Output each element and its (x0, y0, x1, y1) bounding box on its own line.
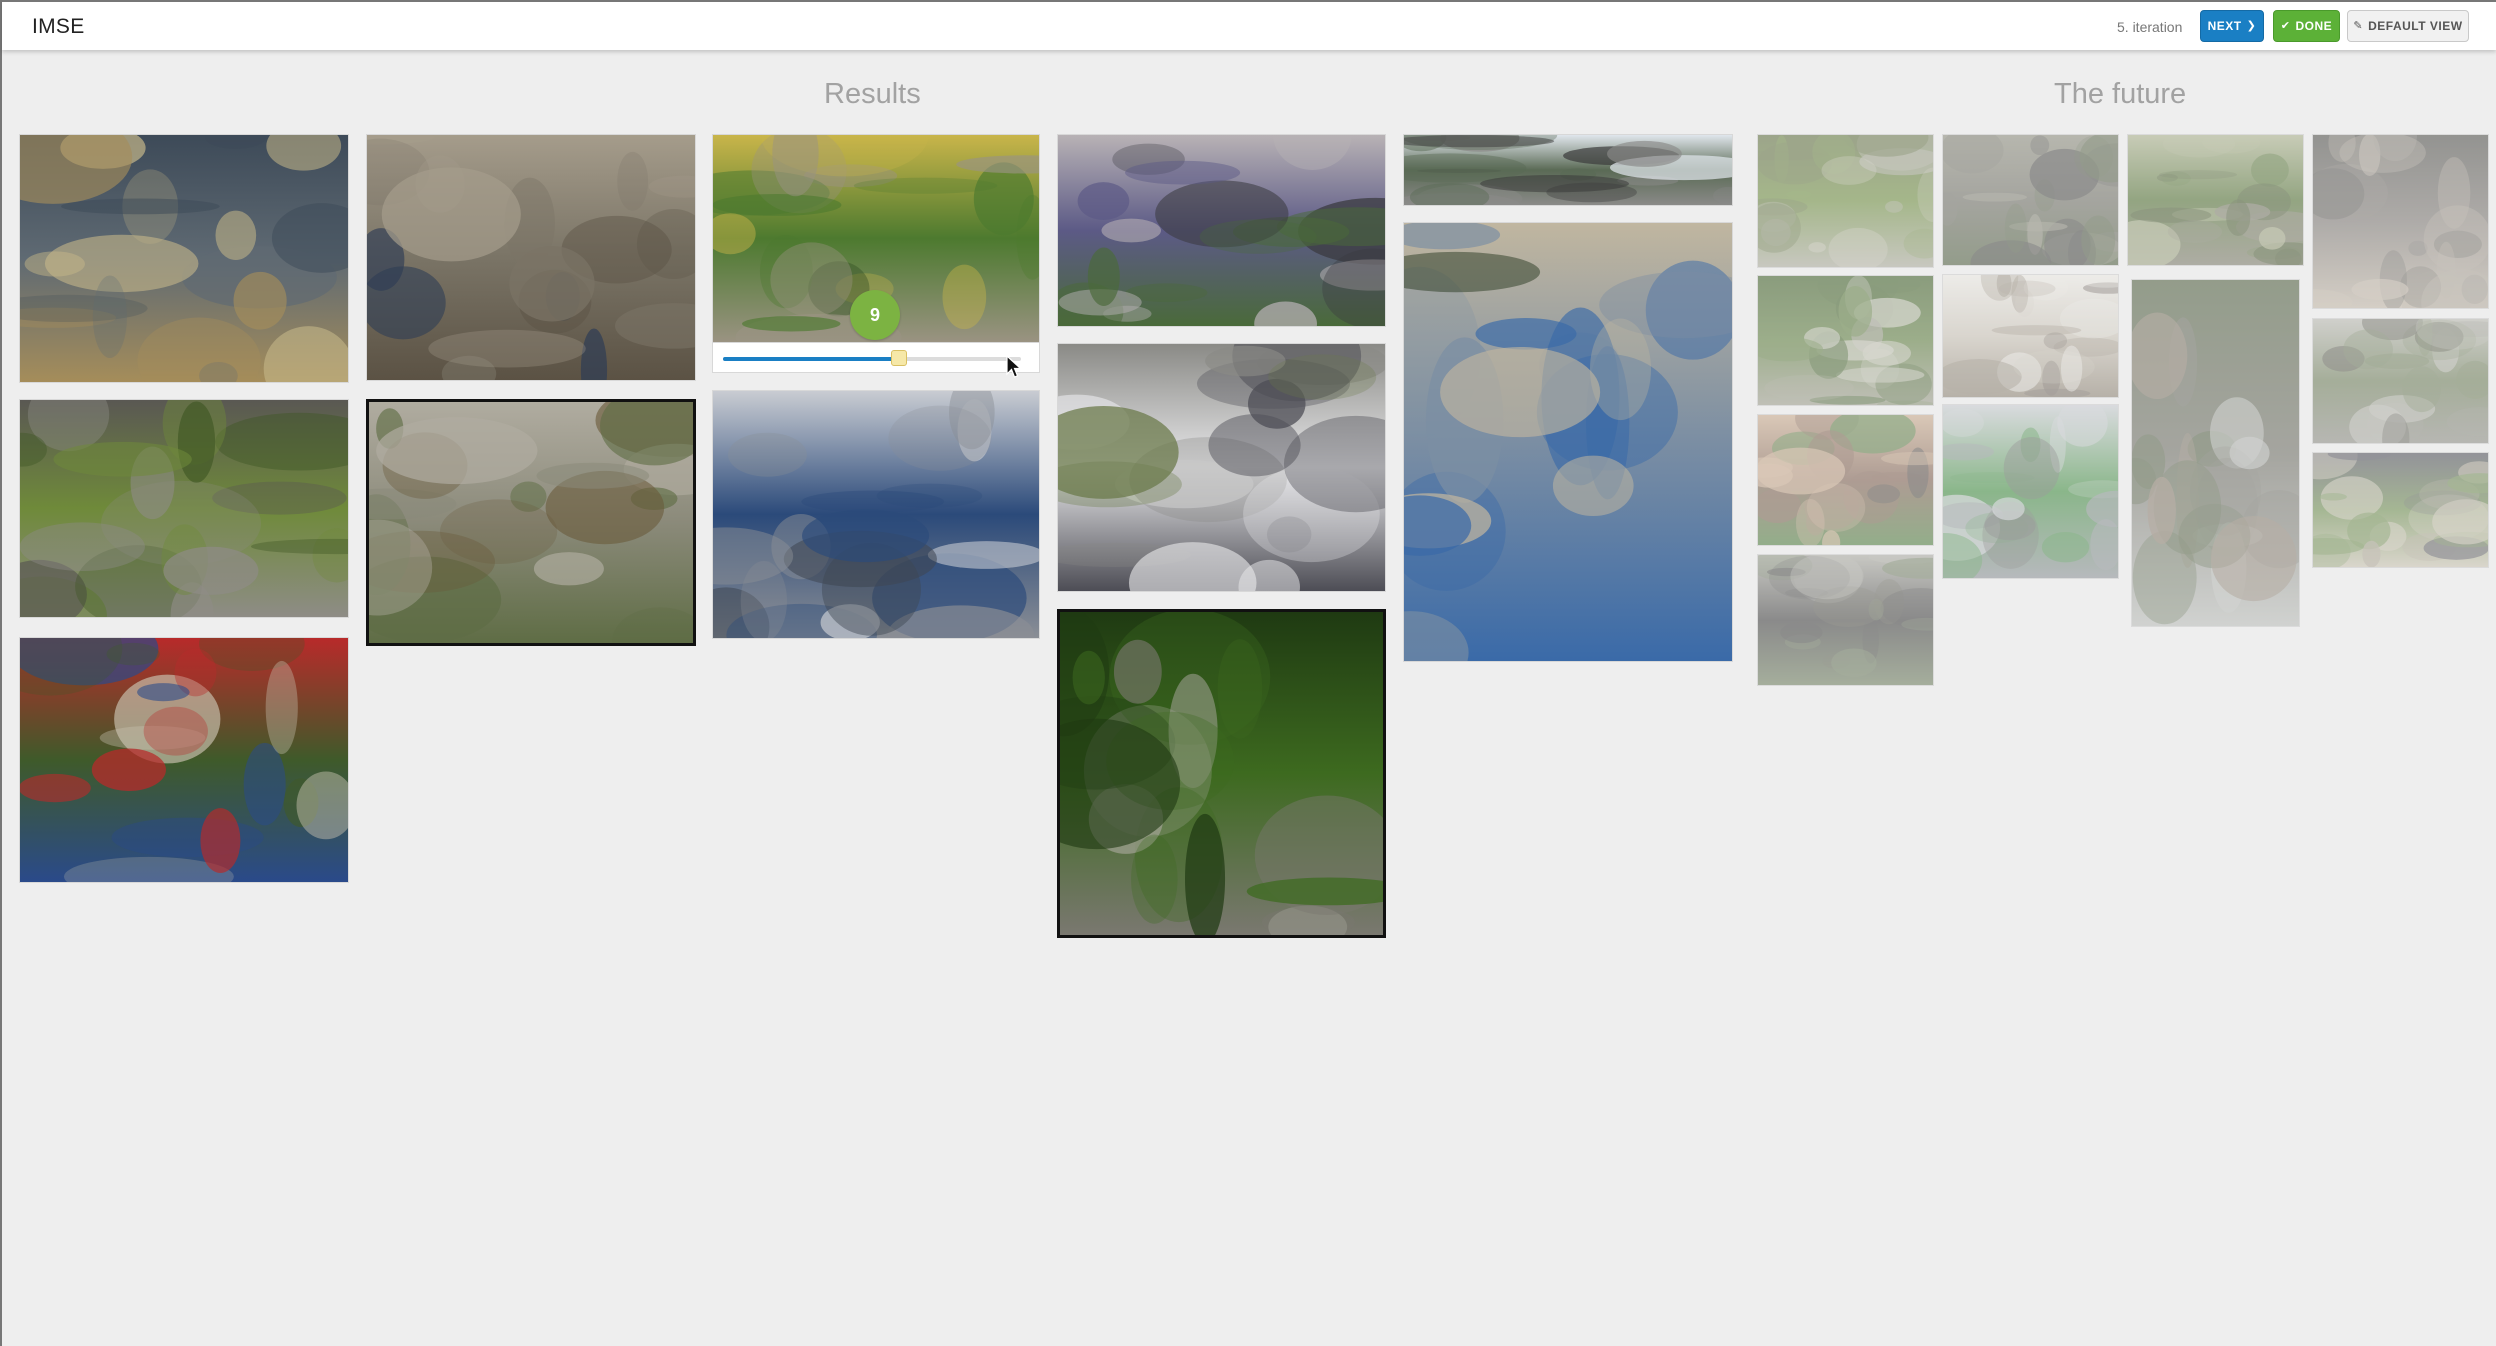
future-image-group-photo[interactable] (2312, 452, 2489, 568)
app-title: IMSE (32, 15, 85, 38)
rank-slider-track[interactable] (723, 350, 1021, 366)
result-image-bird-nest[interactable] (1403, 222, 1733, 662)
top-bar: IMSE 5. iteration NEXT ❯ ✔ DONE ✎ DEFAUL… (2, 0, 2496, 50)
future-image-hotel-room[interactable] (1942, 274, 2119, 398)
result-image-no-entry-sign[interactable] (19, 637, 349, 883)
future-image-waterfall[interactable] (2131, 279, 2300, 627)
result-image-dew-leaf[interactable] (366, 399, 696, 646)
future-image-people-gate[interactable] (1757, 414, 1934, 546)
pencil-icon: ✎ (2353, 19, 2364, 32)
mouse-cursor-icon (1006, 355, 1023, 378)
future-image-forest-trees[interactable] (1757, 275, 1934, 406)
future-image-old-building[interactable] (1942, 134, 2119, 266)
future-image-big-tree[interactable] (2127, 134, 2304, 266)
check-icon: ✔ (2280, 19, 2291, 32)
result-image-technical-mess[interactable] (19, 134, 349, 383)
result-image-statue-facade[interactable] (366, 134, 696, 381)
result-image-victorian-house[interactable] (1057, 343, 1386, 592)
done-button-label: DONE (2295, 19, 2333, 33)
future-heading: The future (2054, 78, 2187, 110)
future-image-party-bike[interactable] (1942, 404, 2119, 579)
results-heading: Results (824, 78, 921, 110)
rank-slider-panel (712, 343, 1040, 373)
result-image-tree-trunk[interactable] (1057, 609, 1386, 938)
done-button[interactable]: ✔ DONE (2273, 10, 2340, 42)
result-image-classic-car[interactable] (1057, 134, 1386, 327)
iteration-counter: 5. iteration (2117, 19, 2183, 35)
next-button-label: NEXT (2207, 19, 2242, 33)
default-view-button-label: DEFAULT VIEW (2368, 19, 2463, 33)
rank-slider-fill (723, 357, 899, 361)
rank-badge: 9 (850, 290, 900, 340)
rank-slider-handle[interactable] (890, 350, 907, 366)
result-image-blue-train[interactable] (712, 390, 1040, 639)
chevron-right-icon: ❯ (2246, 19, 2257, 32)
future-image-wooden-house[interactable] (2312, 318, 2489, 444)
default-view-button[interactable]: ✎ DEFAULT VIEW (2347, 10, 2469, 42)
future-image-cat[interactable] (2312, 134, 2489, 309)
future-image-man-sitting[interactable] (1757, 554, 1934, 686)
next-button[interactable]: NEXT ❯ (2200, 10, 2264, 42)
result-image-stones-forest[interactable] (19, 399, 349, 618)
future-image-garden-path[interactable] (1757, 134, 1934, 268)
result-image-wide-street[interactable] (1403, 134, 1733, 206)
